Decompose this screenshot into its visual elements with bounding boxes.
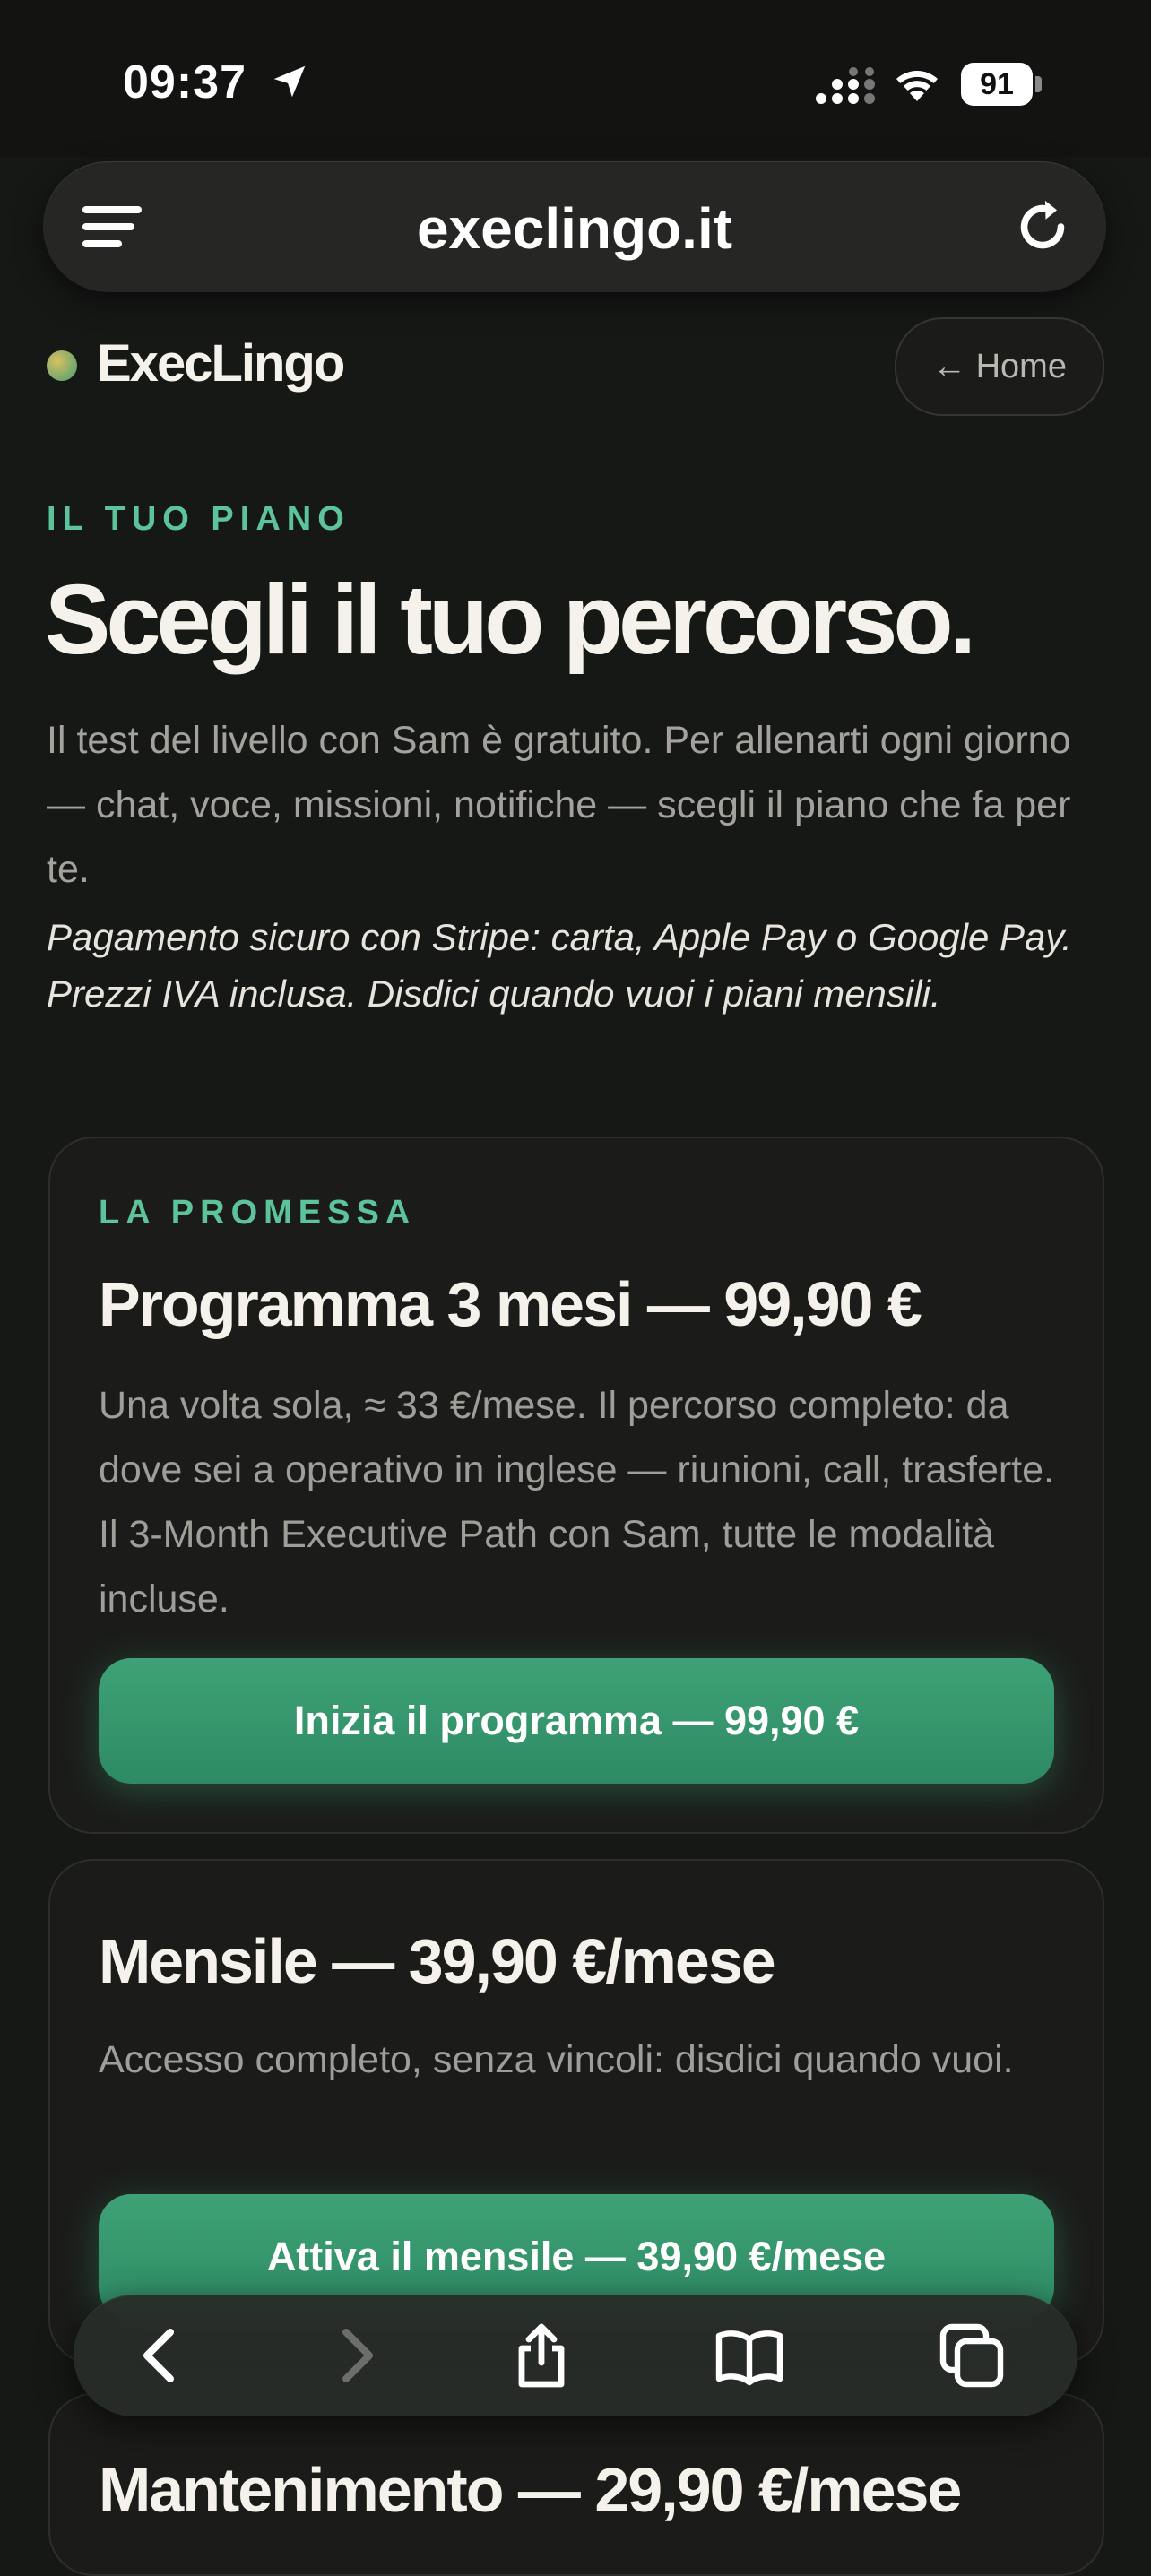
address-bar[interactable]: execlingo.it bbox=[43, 161, 1106, 292]
tabs-icon[interactable] bbox=[936, 2320, 1008, 2391]
section-eyebrow: IL TUO PIANO bbox=[47, 500, 350, 538]
bookmarks-icon[interactable] bbox=[714, 2320, 785, 2391]
plan-title: Mantenimento — 29,90 €/mese bbox=[99, 2455, 962, 2525]
home-button[interactable]: ← Home bbox=[895, 317, 1104, 416]
payment-note: Pagamento sicuro con Stripe: carta, Appl… bbox=[47, 916, 1072, 1015]
plan-card-3-months: LA PROMESSA Programma 3 mesi — 99,90 € U… bbox=[48, 1137, 1104, 1834]
plan-description: Accesso completo, senza vincoli: disdici… bbox=[99, 2038, 1014, 2081]
page-title: Scegli il tuo percorso. bbox=[45, 565, 976, 675]
status-time: 09:37 bbox=[123, 56, 247, 108]
intro-text: Il test del livello con Sam è gratuito. … bbox=[47, 719, 1071, 891]
plan-title: Mensile — 39,90 €/mese bbox=[99, 1926, 776, 1996]
brand-logo-dot bbox=[47, 350, 77, 381]
plan-card-maintenance: Mantenimento — 29,90 €/mese bbox=[48, 2393, 1104, 2576]
share-icon[interactable] bbox=[506, 2320, 577, 2391]
plan-card-monthly: Mensile — 39,90 €/mese Accesso completo,… bbox=[48, 1859, 1104, 2364]
wifi-icon bbox=[896, 71, 938, 101]
location-arrow-icon bbox=[273, 65, 306, 98]
status-bar: 09:37 91 bbox=[0, 0, 1151, 157]
start-program-button[interactable]: Inizia il programma — 99,90 € bbox=[99, 1658, 1054, 1784]
browser-toolbar bbox=[74, 2295, 1077, 2416]
battery-icon: 91 bbox=[961, 63, 1043, 106]
brand-logo[interactable]: ExecLingo bbox=[97, 333, 345, 393]
plan-title: Programma 3 mesi — 99,90 € bbox=[99, 1269, 922, 1339]
plan-eyebrow: LA PROMESSA bbox=[99, 1194, 417, 1232]
plan-description: Una volta sola, ≈ 33 €/mese. Il percorso… bbox=[99, 1384, 1054, 1621]
cellular-signal-icon bbox=[816, 67, 875, 104]
back-icon[interactable] bbox=[125, 2320, 197, 2391]
battery-level: 91 bbox=[961, 63, 1033, 106]
reload-icon[interactable] bbox=[1011, 195, 1074, 258]
forward-icon[interactable] bbox=[319, 2320, 391, 2391]
url-text[interactable]: execlingo.it bbox=[43, 195, 1106, 262]
